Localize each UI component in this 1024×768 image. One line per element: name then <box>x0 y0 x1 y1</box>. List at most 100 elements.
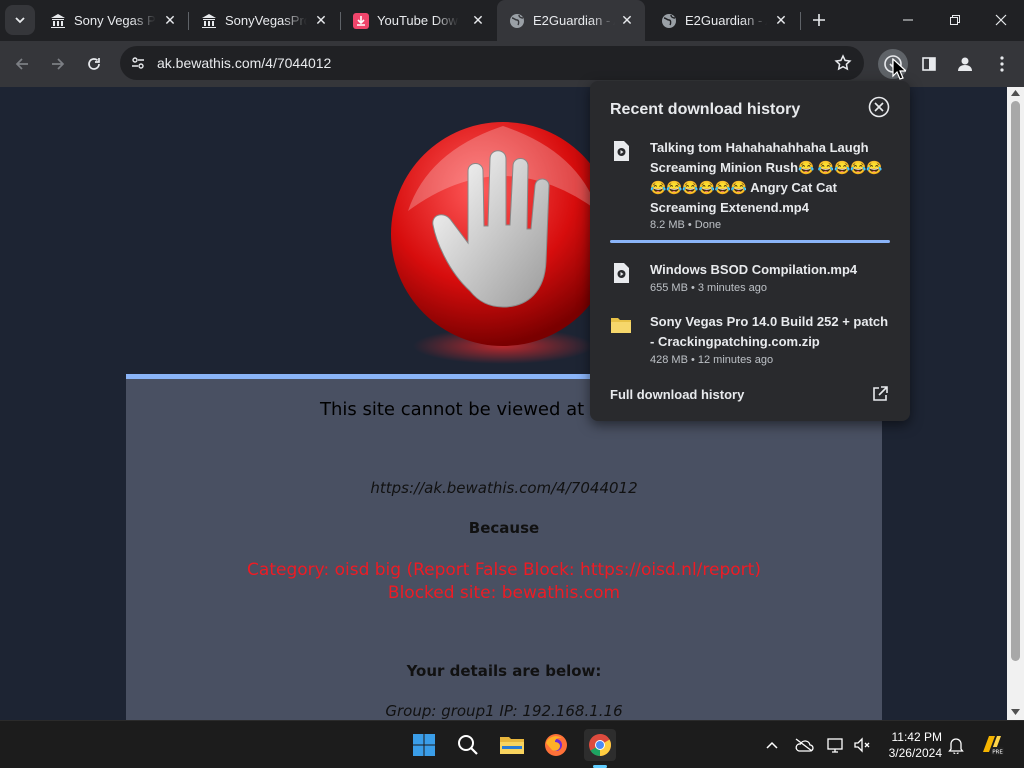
download-item[interactable]: Windows BSOD Compilation.mp4 655 MB • 3 … <box>610 260 890 300</box>
tab-title: E2Guardian - A <box>533 13 615 28</box>
page-scrollbar[interactable] <box>1007 87 1024 720</box>
block-reason: Category: oisd big (Report False Block: … <box>126 559 882 605</box>
download-item[interactable]: Sony Vegas Pro 14.0 Build 252 + patch - … <box>610 312 890 372</box>
tab-e2guardian-2[interactable]: E2Guardian - A ✕ <box>649 0 799 41</box>
file-explorer-button[interactable] <box>496 729 528 761</box>
notifications-button[interactable] <box>940 729 972 761</box>
selection-indicator <box>610 240 890 243</box>
close-tab-icon[interactable]: ✕ <box>313 12 329 28</box>
bookmark-star-icon[interactable] <box>834 54 852 77</box>
network-icon <box>827 738 843 753</box>
new-tab-button[interactable] <box>804 5 834 35</box>
tab-title: YouTube Down <box>377 13 459 28</box>
close-tab-icon[interactable]: ✕ <box>773 12 789 28</box>
mouse-cursor-icon <box>892 58 906 80</box>
windows-taskbar: 11:42 PM 3/26/2024 PRE <box>0 720 1024 768</box>
tab-youtube-downloader[interactable]: YouTube Down ✕ <box>341 0 496 41</box>
windows-logo-icon <box>413 734 435 756</box>
tab-title: SonyVegasPro <box>225 13 307 28</box>
forward-button[interactable] <box>43 49 73 79</box>
system-clock[interactable]: 11:42 PM 3/26/2024 <box>880 729 942 761</box>
volume-button[interactable] <box>846 729 878 761</box>
scrollbar-thumb[interactable] <box>1011 101 1020 661</box>
open-external-icon[interactable] <box>871 385 889 403</box>
user-details: Group: group1 IP: 192.168.1.16 <box>385 702 623 720</box>
restore-button[interactable] <box>940 5 970 35</box>
chevron-down-icon <box>15 17 25 24</box>
site-info-icon[interactable] <box>130 55 146 76</box>
full-download-history-link[interactable]: Full download history <box>610 387 744 402</box>
cloud-offline-icon <box>795 738 814 752</box>
museum-icon <box>50 13 66 29</box>
copilot-button[interactable]: PRE <box>976 729 1008 761</box>
profile-icon <box>958 57 972 71</box>
chevron-up-icon <box>766 741 778 749</box>
search-icon <box>458 735 478 755</box>
search-button[interactable] <box>452 729 484 761</box>
tab-sony-vegas-2[interactable]: SonyVegasPro ✕ <box>189 0 339 41</box>
download-status: 655 MB • 3 minutes ago <box>650 282 767 294</box>
close-tab-icon[interactable]: ✕ <box>619 12 635 28</box>
download-history-popup: Recent download history Talking tom Haha… <box>590 81 910 421</box>
minimize-button[interactable] <box>893 5 923 35</box>
arrow-left-icon <box>15 58 28 70</box>
close-tab-icon[interactable]: ✕ <box>162 12 178 28</box>
details-heading: Your details are below: <box>406 662 602 680</box>
reload-button[interactable] <box>79 49 109 79</box>
tab-sony-vegas-1[interactable]: Sony Vegas Pro ✕ <box>38 0 188 41</box>
tab-title: E2Guardian - A <box>685 13 767 28</box>
address-bar[interactable]: ak.bewathis.com/4/7044012 <box>120 46 864 80</box>
onedrive-button[interactable] <box>788 729 820 761</box>
kebab-menu-icon <box>1000 56 1004 72</box>
chrome-icon <box>589 734 611 756</box>
clock-time: 11:42 PM <box>891 730 942 744</box>
museum-icon <box>201 13 217 29</box>
tab-divider <box>800 12 801 30</box>
side-panel-button[interactable] <box>914 49 944 79</box>
bell-icon <box>948 738 964 754</box>
tab-search-button[interactable] <box>5 5 35 35</box>
tab-e2guardian-active[interactable]: E2Guardian - A ✕ <box>497 0 645 41</box>
block-message-panel: This site cannot be viewed at this time,… <box>126 374 882 720</box>
show-hidden-icons-button[interactable] <box>756 729 788 761</box>
download-app-icon <box>353 12 369 29</box>
close-tab-icon[interactable]: ✕ <box>470 12 486 28</box>
firefox-icon <box>545 734 567 756</box>
reload-icon <box>88 58 100 70</box>
video-file-icon <box>614 263 629 283</box>
minimize-icon <box>903 19 913 21</box>
video-file-icon <box>614 141 629 161</box>
firefox-button[interactable] <box>540 729 572 761</box>
block-category: Category: oisd big (Report False Block: … <box>247 560 761 580</box>
copilot-pre-icon: PRE <box>983 736 1004 755</box>
scroll-down-icon[interactable] <box>1011 709 1020 715</box>
download-status: 428 MB • 12 minutes ago <box>650 354 774 366</box>
chrome-button[interactable] <box>584 729 616 768</box>
start-button[interactable] <box>408 729 440 761</box>
download-history-heading: Recent download history <box>610 101 801 118</box>
back-button[interactable] <box>7 49 37 79</box>
globe-icon <box>661 13 677 29</box>
menu-button[interactable] <box>987 49 1017 79</box>
zip-folder-icon <box>611 318 631 333</box>
download-filename: Talking tom Hahahahahhaha Laugh Screamin… <box>650 140 883 215</box>
globe-icon <box>509 13 525 29</box>
download-item[interactable]: Talking tom Hahahahahhaha Laugh Screamin… <box>610 138 890 238</box>
profile-button[interactable] <box>950 49 980 79</box>
stop-hand-icon <box>391 122 615 364</box>
download-filename: Windows BSOD Compilation.mp4 <box>650 262 858 277</box>
close-window-button[interactable] <box>986 5 1016 35</box>
svg-text:PRE: PRE <box>992 749 1003 755</box>
because-label: Because <box>468 519 540 537</box>
close-icon <box>995 14 1007 26</box>
url-text: ak.bewathis.com/4/7044012 <box>157 55 332 71</box>
download-filename: Sony Vegas Pro 14.0 Build 252 + patch - … <box>650 314 889 349</box>
restore-icon <box>950 15 960 25</box>
blocked-site: Blocked site: bewathis.com <box>387 583 621 603</box>
scroll-up-icon[interactable] <box>1011 90 1020 96</box>
clock-date: 3/26/2024 <box>888 746 942 760</box>
browser-chrome: Sony Vegas Pro ✕ SonyVegasPro ✕ YouTube … <box>0 0 1024 87</box>
close-circle-icon[interactable] <box>868 96 890 118</box>
arrow-right-icon <box>52 58 65 70</box>
download-status: 8.2 MB • Done <box>650 219 722 231</box>
